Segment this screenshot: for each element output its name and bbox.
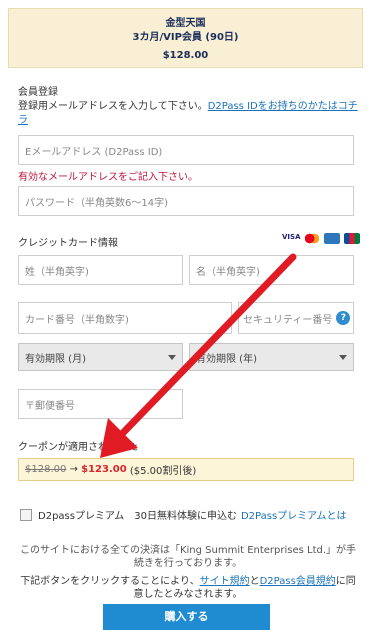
security-code-field[interactable]: セキュリティー番号 ?: [238, 302, 354, 334]
payment-notice: このサイトにおける全ての決済は「King Summit Enterprises …: [19, 545, 357, 569]
order-summary: 金型天国 3カ月/VIP会員 (90日) $128.00: [8, 8, 363, 68]
coupon-box: $128.00 → $123.00 ($5.00割引後): [18, 458, 354, 481]
plan-name: 3カ月/VIP会員 (90日): [132, 32, 239, 43]
site-terms-link[interactable]: サイト規約: [200, 576, 250, 587]
premium-label: D2passプレミアム 30日無料体験に申込む: [38, 511, 237, 522]
credit-heading: クレジットカード情報: [18, 238, 118, 249]
jcb-icon: [344, 233, 361, 244]
premium-info-link[interactable]: D2Passプレミアムとは: [241, 507, 347, 522]
chevron-down-icon: [168, 354, 176, 360]
exp-month-select[interactable]: 有効期限 (月): [18, 343, 183, 371]
help-icon[interactable]: ?: [336, 311, 351, 325]
chevron-down-icon: [339, 354, 347, 360]
lastname-field[interactable]: 姓（半角英字): [18, 255, 183, 285]
product-name: 金型天国: [165, 18, 206, 29]
plan-price: $128.00: [162, 50, 209, 61]
zip-field[interactable]: 〒郵便番号: [18, 389, 183, 419]
premium-checkbox[interactable]: [20, 508, 32, 521]
card-brands: VISA: [278, 233, 361, 245]
terms-prefix: 下記ボタンをクリックすることにより、: [20, 576, 200, 587]
registration-instruction: 登録用メールアドレスを入力して下さい。D2Pass IDをお持ちのかたはコチラ: [18, 100, 358, 128]
exp-month-value: 有効期限 (月): [25, 353, 86, 365]
old-price: $128.00: [25, 464, 67, 475]
price-arrow: →: [69, 464, 78, 475]
new-price: $123.00: [81, 464, 127, 475]
email-error: 有効なメールアドレスをご記入下さい。: [18, 172, 198, 183]
buy-button[interactable]: 購入する: [103, 604, 270, 630]
coupon-heading: クーポンが適用されました: [18, 442, 138, 453]
registration-heading: 会員登録: [18, 87, 58, 98]
mastercard-icon: [304, 233, 321, 244]
exp-year-select[interactable]: 有効期限 (年): [189, 343, 354, 371]
visa-icon: VISA: [282, 233, 301, 241]
terms-notice: 下記ボタンをクリックすることにより、サイト規約とD2Pass会員規約に同意したと…: [18, 575, 358, 601]
d2pass-terms-link[interactable]: D2Pass会員規約: [260, 576, 336, 587]
security-code-placeholder: セキュリティー番号: [243, 314, 333, 326]
instruction-text: 登録用メールアドレスを入力して下さい。: [18, 101, 208, 112]
premium-option: D2passプレミアム 30日無料体験に申込む D2Passプレミアムとは: [20, 507, 346, 522]
terms-and: と: [249, 576, 260, 587]
card-number-field[interactable]: カード番号（半角数字): [18, 302, 232, 334]
discount-text: ($5.00割引後): [129, 466, 197, 477]
password-field[interactable]: パスワード（半角英数6〜14字): [18, 186, 354, 216]
firstname-field[interactable]: 名（半角英字): [189, 255, 354, 285]
email-field[interactable]: Eメールアドレス (D2Pass ID): [18, 135, 354, 165]
amex-icon: [324, 233, 341, 244]
exp-year-value: 有効期限 (年): [196, 353, 257, 365]
